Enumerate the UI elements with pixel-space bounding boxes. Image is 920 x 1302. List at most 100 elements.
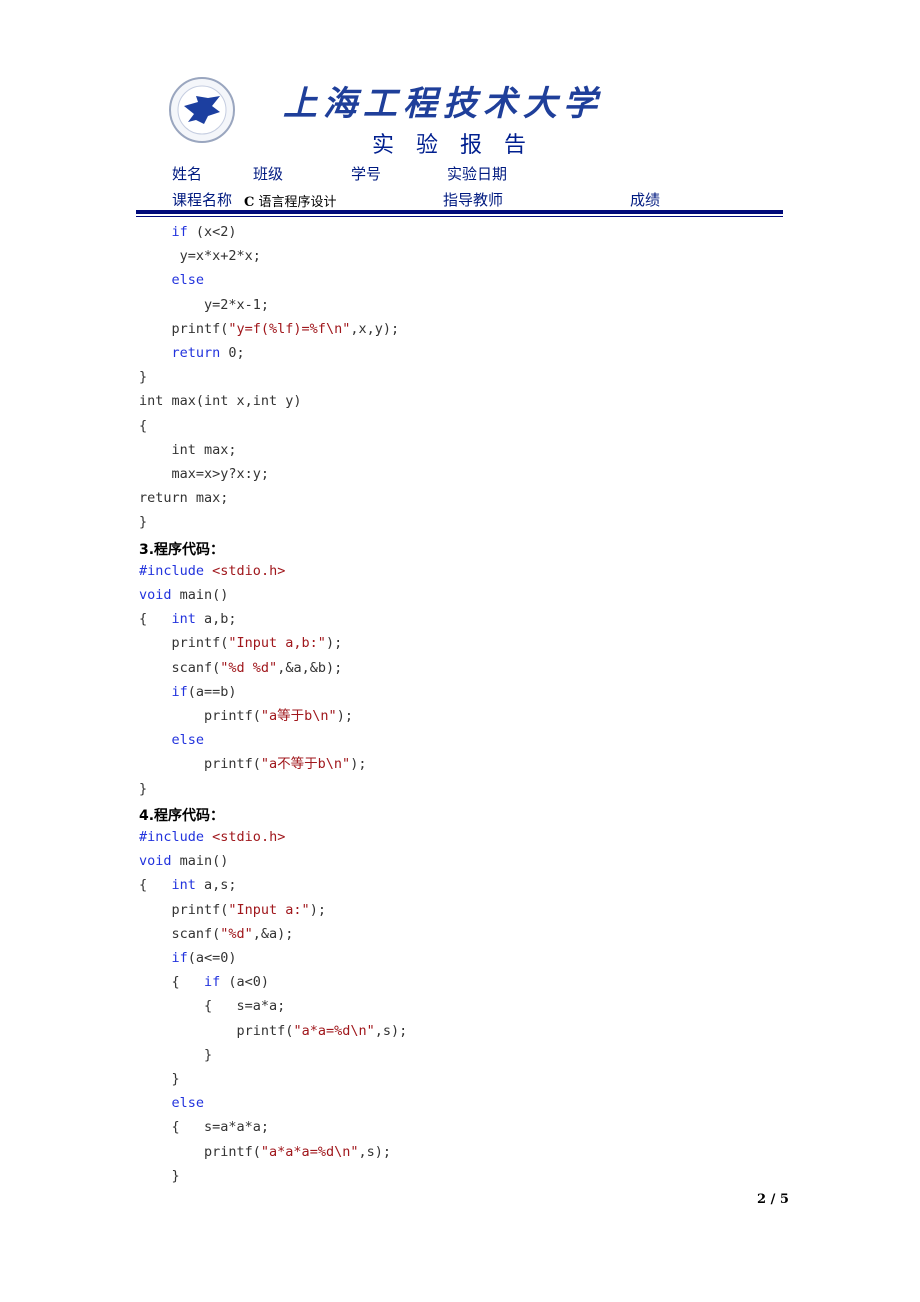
code-keyword: void (139, 853, 172, 870)
code-line: } (139, 1167, 180, 1185)
code-text: } (139, 1071, 180, 1087)
code-text: ,&a,&b); (277, 659, 343, 676)
code-line: } (139, 1070, 180, 1088)
code-text: ,s); (374, 1022, 408, 1039)
code-line: void main() (139, 852, 228, 870)
section-heading: 4.程序代码： (139, 807, 225, 824)
code-text: main() (171, 853, 229, 870)
code-string: "%d" (220, 925, 253, 942)
code-text: printf( (139, 1022, 294, 1039)
code-line: y=x*x+2*x; (139, 247, 261, 265)
course-value: C 语言程序设计 (244, 191, 337, 210)
university-logo (168, 76, 236, 144)
header-rule-thick (136, 210, 783, 214)
code-text: 0; (220, 345, 245, 361)
grade-label: 成绩 (630, 191, 661, 209)
code-text: return max; (139, 490, 229, 507)
code-text: { (139, 877, 172, 894)
course-label: 课程名称 (172, 191, 233, 209)
code-text: ); (350, 756, 367, 773)
code-keyword: int (171, 877, 196, 894)
code-line: scanf("%d",&a); (139, 925, 294, 943)
code-line: else (139, 731, 205, 749)
code-line: #include <stdio.h> (139, 562, 285, 580)
code-text: printf( (139, 635, 229, 652)
code-text: } (139, 369, 148, 386)
code-line: int max; (139, 441, 237, 459)
code-string: <stdio.h> (212, 829, 286, 845)
code-string: "a*a=%d\n" (293, 1022, 375, 1039)
code-line: printf("a等于b\n"); (139, 707, 353, 725)
code-line: printf("a*a*a=%d\n",s); (139, 1143, 391, 1161)
code-string: "a不等于b\n" (260, 756, 351, 773)
code-text: (a<=0) (187, 950, 237, 966)
code-keyword: int (171, 611, 196, 628)
code-keyword: if (171, 224, 188, 240)
code-line: printf("y=f(%lf)=%f\n",x,y); (139, 320, 400, 338)
code-string: "%d %d" (220, 659, 278, 676)
code-line: { (139, 417, 147, 435)
student-id-label: 学号 (351, 165, 382, 183)
code-keyword: if (171, 950, 188, 966)
code-text: ,&a); (252, 925, 294, 942)
code-line: else (139, 1094, 205, 1112)
code-line: y=2*x-1; (139, 296, 269, 314)
code-line: #include <stdio.h> (139, 828, 285, 846)
code-line: if(a==b) (139, 683, 237, 701)
page-number: 2 / 5 (757, 1192, 789, 1207)
code-text: ,x,y); (350, 320, 400, 337)
code-keyword: if (204, 974, 221, 991)
code-line: printf("Input a:"); (139, 901, 326, 919)
code-text: { (139, 611, 172, 628)
report-title: 实验报告 (372, 133, 549, 158)
code-text: printf( (139, 708, 261, 724)
code-text: printf( (139, 901, 229, 918)
code-line: { if (a<0) (139, 973, 270, 991)
code-line: void main() (139, 586, 228, 604)
code-text: (x<2) (187, 224, 237, 240)
code-line: { s=a*a*a; (139, 1118, 270, 1136)
code-text: (a<0) (220, 974, 270, 991)
code-line: else (139, 271, 205, 289)
code-keyword: if (171, 683, 188, 700)
code-text: y=2*x-1; (139, 296, 270, 313)
code-line: } (139, 780, 147, 798)
code-line: max=x>y?x:y; (139, 465, 270, 483)
code-string: "Input a,b:" (228, 635, 326, 652)
code-line: { s=a*a; (139, 997, 285, 1015)
code-keyword: #include (139, 829, 205, 845)
code-string: "a*a*a=%d\n" (260, 1143, 359, 1160)
code-line: scanf("%d %d",&a,&b); (139, 659, 343, 677)
code-keyword: else (171, 1095, 205, 1112)
code-line: printf("Input a,b:"); (139, 634, 343, 652)
code-text: ); (336, 708, 353, 724)
code-keyword: return (171, 345, 221, 361)
university-name: 上海工程技术大学 (283, 84, 603, 124)
code-line: } (139, 1046, 212, 1064)
course-value-prefix: C (244, 195, 255, 210)
header-rule-thin (136, 216, 783, 217)
code-text: int max(int x,int y) (139, 393, 302, 410)
code-line: if(a<=0) (139, 949, 237, 967)
code-text: printf( (139, 756, 261, 773)
code-text: ); (325, 635, 343, 652)
code-string: <stdio.h> (212, 562, 286, 579)
code-text: scanf( (139, 659, 221, 676)
code-string: "Input a:" (228, 901, 310, 918)
code-keyword: else (171, 732, 205, 749)
code-text: } (139, 1167, 180, 1184)
course-value-text: 语言程序设计 (258, 195, 337, 210)
code-text: { s=a*a; (139, 998, 286, 1015)
code-text: printf( (139, 1143, 261, 1160)
class-label: 班级 (253, 165, 284, 183)
code-line: return max; (139, 489, 228, 507)
code-text: scanf( (139, 925, 221, 942)
code-line: { int a,s; (139, 876, 237, 894)
